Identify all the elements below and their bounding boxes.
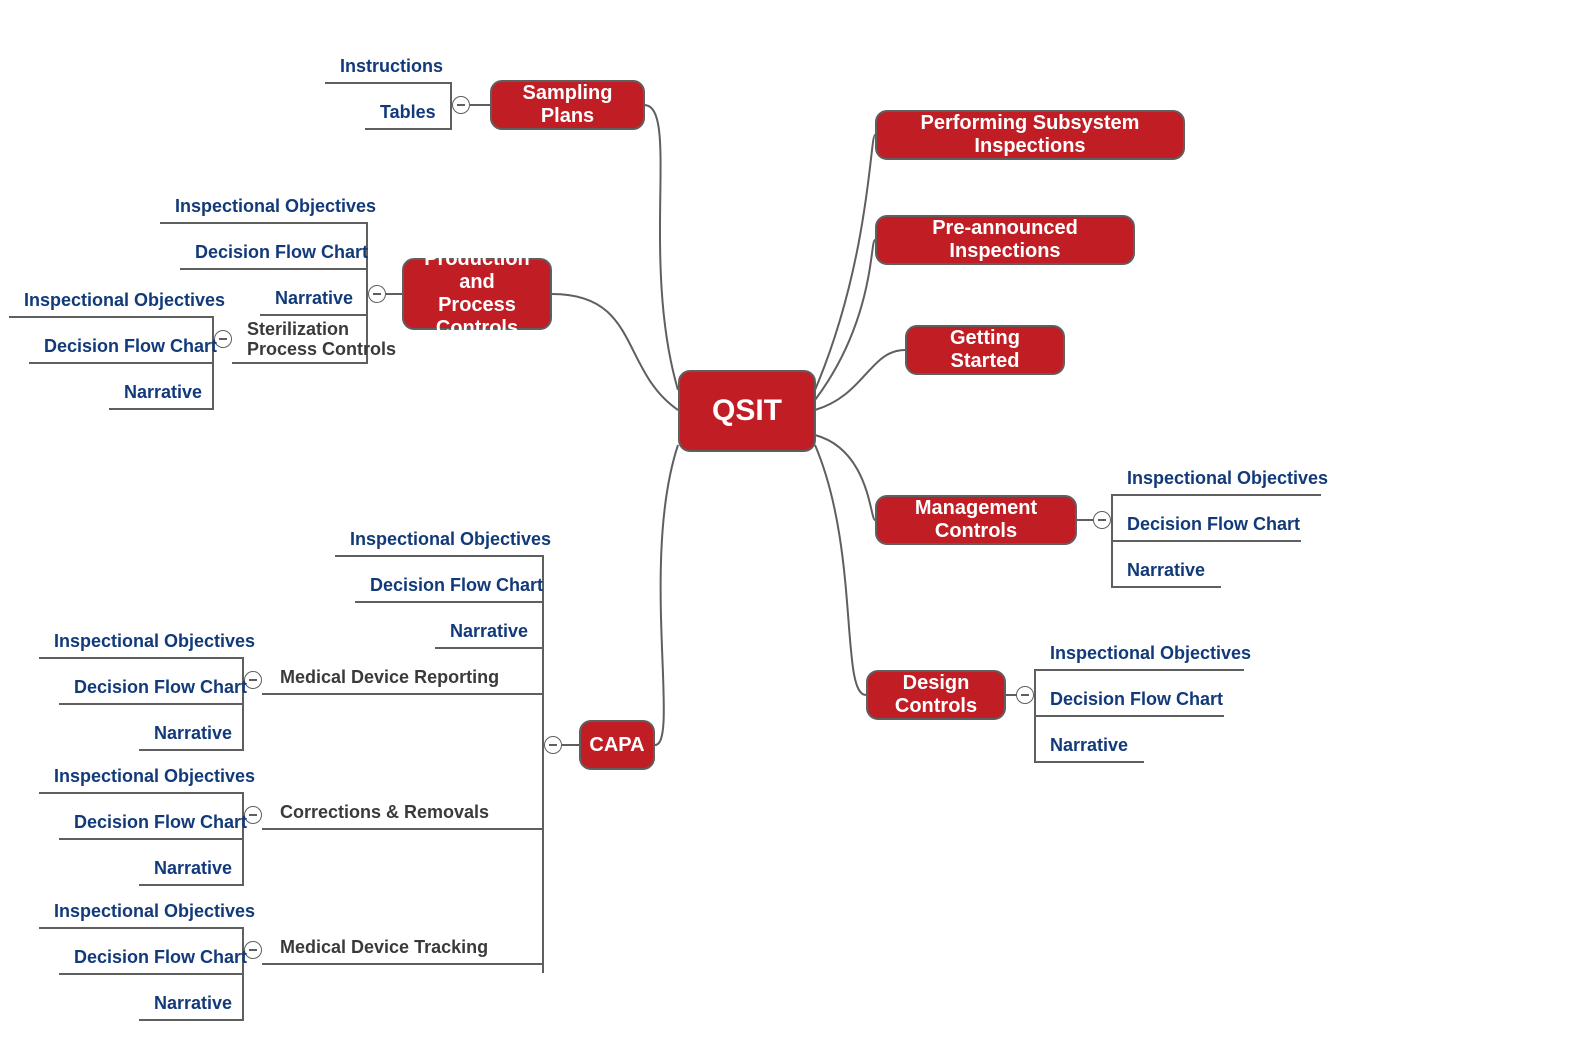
leaf-mdt-inspectional-objectives[interactable]: Inspectional Objectives bbox=[54, 901, 255, 922]
leaf-underline bbox=[355, 601, 544, 603]
leaf-underline bbox=[1034, 715, 1224, 717]
subnode-corrections-removals[interactable]: Corrections & Removals bbox=[280, 802, 489, 823]
subnode-medical-device-tracking[interactable]: Medical Device Tracking bbox=[280, 937, 488, 958]
branch-pre-announced-inspections[interactable]: Pre-announced Inspections bbox=[875, 215, 1135, 265]
leaf-underline bbox=[1034, 669, 1244, 671]
leaf-underline bbox=[1111, 586, 1221, 588]
subnode-medical-device-reporting[interactable]: Medical Device Reporting bbox=[280, 667, 499, 688]
leaf-underline bbox=[139, 1019, 244, 1021]
leaf-underline bbox=[39, 927, 244, 929]
leaf-underline bbox=[260, 314, 368, 316]
collapse-toggle-sampling-plans[interactable] bbox=[452, 96, 470, 114]
leaf-sampling-tables[interactable]: Tables bbox=[380, 102, 436, 123]
leaf-underline bbox=[39, 792, 244, 794]
branch-label: Production and Process Controls bbox=[422, 248, 532, 340]
leaf-sampling-instructions[interactable]: Instructions bbox=[340, 56, 443, 77]
leaf-mdr-narrative[interactable]: Narrative bbox=[154, 723, 232, 744]
leaf-underline bbox=[435, 647, 544, 649]
leaf-underline bbox=[59, 838, 244, 840]
root-label: QSIT bbox=[712, 394, 782, 429]
leaf-underline bbox=[1111, 494, 1321, 496]
branch-performing-subsystem-inspections[interactable]: Performing Subsystem Inspections bbox=[875, 110, 1185, 160]
leaf-underline bbox=[9, 316, 214, 318]
leaf-underline bbox=[109, 408, 214, 410]
leaf-capa-narrative[interactable]: Narrative bbox=[450, 621, 528, 642]
leaf-ppc-narrative[interactable]: Narrative bbox=[275, 288, 353, 309]
leaf-underline bbox=[232, 362, 368, 364]
bracket-bar bbox=[450, 82, 452, 128]
branch-production-process-controls[interactable]: Production and Process Controls bbox=[402, 258, 552, 330]
branch-getting-started[interactable]: Getting Started bbox=[905, 325, 1065, 375]
branch-label: Pre-announced Inspections bbox=[895, 217, 1115, 263]
leaf-ppc-inspectional-objectives[interactable]: Inspectional Objectives bbox=[175, 196, 376, 217]
leaf-mdt-narrative[interactable]: Narrative bbox=[154, 993, 232, 1014]
branch-label: Management Controls bbox=[895, 497, 1057, 543]
leaf-dc-inspectional-objectives[interactable]: Inspectional Objectives bbox=[1050, 643, 1251, 664]
leaf-spc-inspectional-objectives[interactable]: Inspectional Objectives bbox=[24, 290, 225, 311]
leaf-underline bbox=[139, 749, 244, 751]
root-node-qsit[interactable]: QSIT bbox=[678, 370, 816, 452]
leaf-underline bbox=[365, 128, 452, 130]
collapse-toggle-design-controls[interactable] bbox=[1016, 686, 1034, 704]
leaf-mc-inspectional-objectives[interactable]: Inspectional Objectives bbox=[1127, 468, 1328, 489]
branch-design-controls[interactable]: Design Controls bbox=[866, 670, 1006, 720]
leaf-spc-narrative[interactable]: Narrative bbox=[124, 382, 202, 403]
leaf-underline bbox=[262, 828, 544, 830]
branch-label: CAPA bbox=[589, 734, 644, 757]
leaf-mc-decision-flow-chart[interactable]: Decision Flow Chart bbox=[1127, 514, 1300, 535]
branch-label: Design Controls bbox=[886, 672, 986, 718]
bracket-bar bbox=[542, 555, 544, 973]
collapse-toggle-management-controls[interactable] bbox=[1093, 511, 1111, 529]
leaf-capa-inspectional-objectives[interactable]: Inspectional Objectives bbox=[350, 529, 551, 550]
leaf-cr-inspectional-objectives[interactable]: Inspectional Objectives bbox=[54, 766, 255, 787]
leaf-underline bbox=[180, 268, 368, 270]
branch-label: Performing Subsystem Inspections bbox=[895, 112, 1165, 158]
leaf-underline bbox=[335, 555, 544, 557]
subnode-sterilization-process-controls[interactable]: Sterilization Process Controls bbox=[247, 320, 396, 360]
leaf-underline bbox=[139, 884, 244, 886]
leaf-underline bbox=[262, 963, 544, 965]
leaf-mdt-decision-flow-chart[interactable]: Decision Flow Chart bbox=[74, 947, 247, 968]
leaf-mdr-inspectional-objectives[interactable]: Inspectional Objectives bbox=[54, 631, 255, 652]
collapse-toggle-capa[interactable] bbox=[544, 736, 562, 754]
leaf-underline bbox=[160, 222, 368, 224]
leaf-underline bbox=[29, 362, 214, 364]
leaf-cr-narrative[interactable]: Narrative bbox=[154, 858, 232, 879]
branch-management-controls[interactable]: Management Controls bbox=[875, 495, 1077, 545]
leaf-dc-narrative[interactable]: Narrative bbox=[1050, 735, 1128, 756]
branch-capa[interactable]: CAPA bbox=[579, 720, 655, 770]
leaf-underline bbox=[59, 703, 244, 705]
leaf-cr-decision-flow-chart[interactable]: Decision Flow Chart bbox=[74, 812, 247, 833]
leaf-underline bbox=[39, 657, 244, 659]
branch-sampling-plans[interactable]: Sampling Plans bbox=[490, 80, 645, 130]
leaf-dc-decision-flow-chart[interactable]: Decision Flow Chart bbox=[1050, 689, 1223, 710]
collapse-toggle-production-process-controls[interactable] bbox=[368, 285, 386, 303]
leaf-spc-decision-flow-chart[interactable]: Decision Flow Chart bbox=[44, 336, 217, 357]
leaf-ppc-decision-flow-chart[interactable]: Decision Flow Chart bbox=[195, 242, 368, 263]
leaf-underline bbox=[262, 693, 544, 695]
leaf-underline bbox=[1111, 540, 1301, 542]
leaf-underline bbox=[325, 82, 452, 84]
leaf-mdr-decision-flow-chart[interactable]: Decision Flow Chart bbox=[74, 677, 247, 698]
leaf-capa-decision-flow-chart[interactable]: Decision Flow Chart bbox=[370, 575, 543, 596]
branch-label: Sampling Plans bbox=[510, 82, 625, 128]
leaf-underline bbox=[1034, 761, 1144, 763]
mindmap-stage: QSIT Performing Subsystem Inspections Pr… bbox=[0, 0, 1584, 1062]
leaf-mc-narrative[interactable]: Narrative bbox=[1127, 560, 1205, 581]
leaf-underline bbox=[59, 973, 244, 975]
branch-label: Getting Started bbox=[925, 327, 1045, 373]
